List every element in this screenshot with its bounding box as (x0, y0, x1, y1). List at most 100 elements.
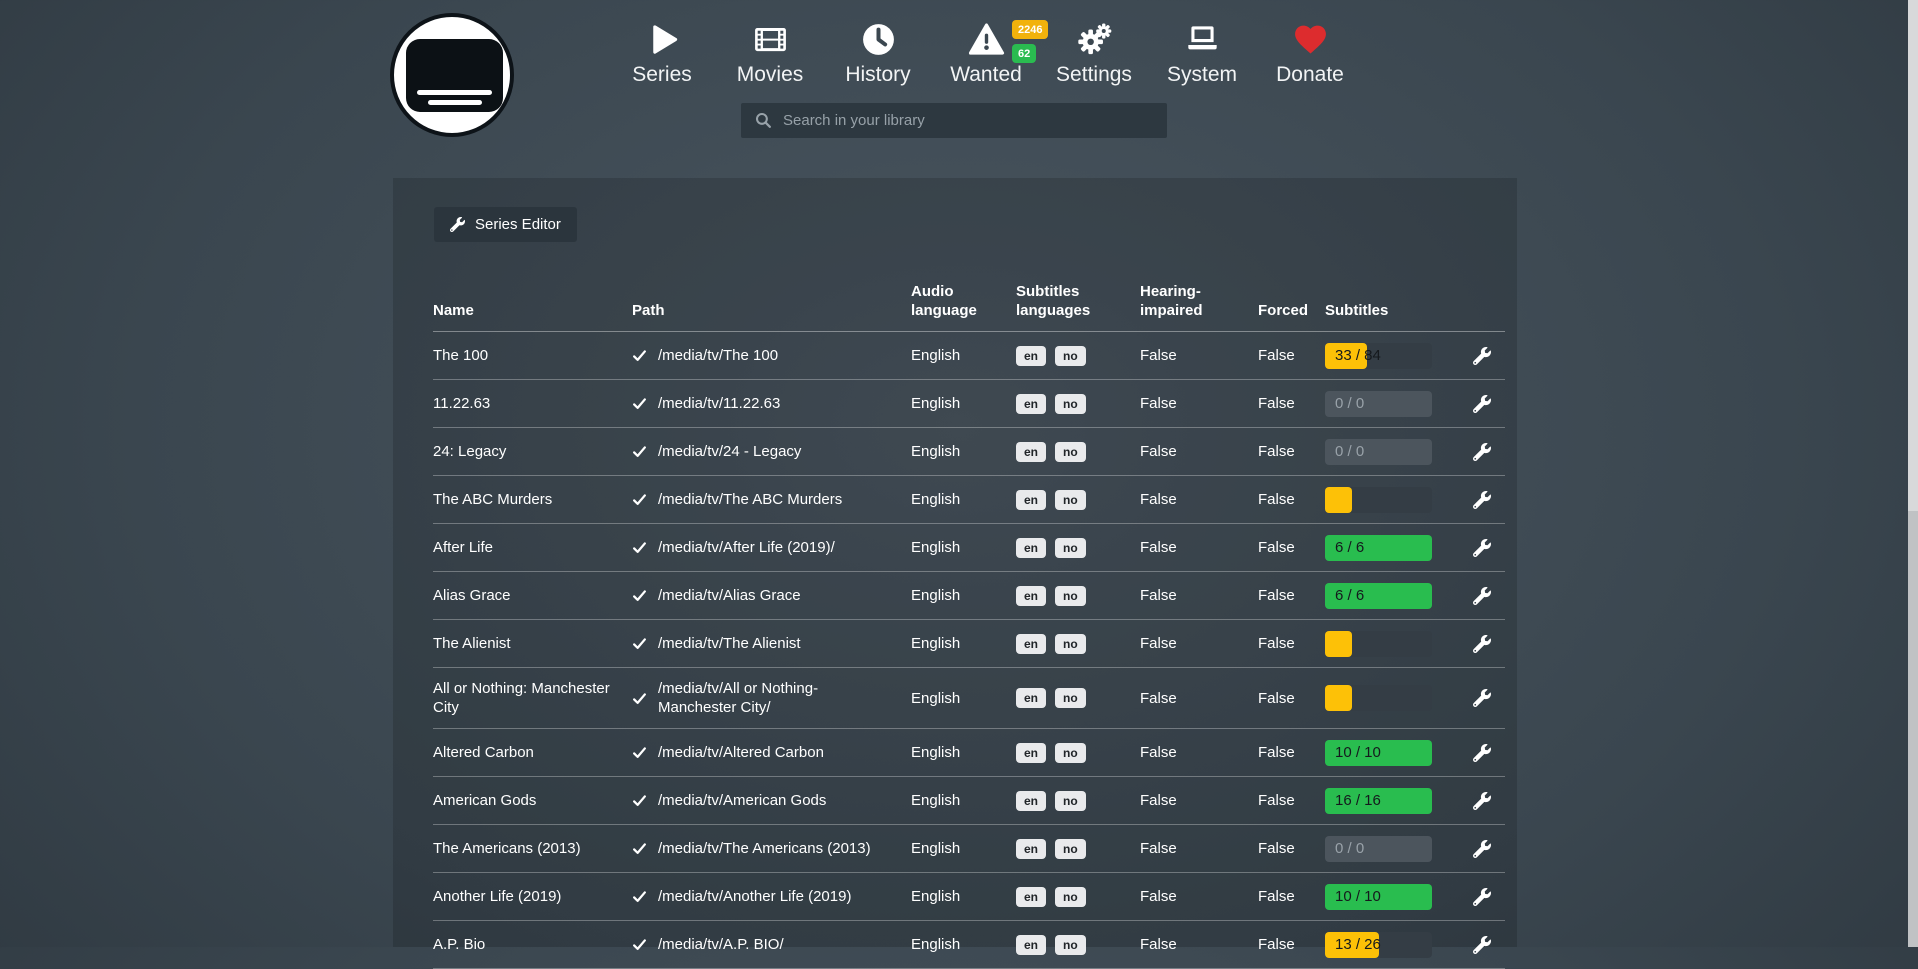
series-editor-button[interactable]: Series Editor (434, 207, 577, 242)
wrench-icon (1473, 443, 1491, 461)
edit-series-button[interactable] (1473, 840, 1491, 858)
table-row: A.P. Bio /media/tv/A.P. BIO/ English enn… (433, 921, 1505, 969)
forced-value: False (1258, 887, 1325, 906)
table-row: Alias Grace /media/tv/Alias Grace Englis… (433, 572, 1505, 620)
wrench-icon (1473, 744, 1491, 762)
subtitles-progress-bar: 16 / 16 (1325, 788, 1432, 814)
series-name-link[interactable]: The 100 (433, 347, 488, 364)
edit-series-button[interactable] (1473, 395, 1491, 413)
series-name-link[interactable]: The Americans (2013) (433, 840, 581, 857)
table-row: All or Nothing: Manchester City /media/t… (433, 668, 1505, 729)
check-icon (632, 636, 647, 651)
series-editor-label: Series Editor (475, 216, 561, 233)
language-badge: en (1016, 586, 1046, 606)
edit-series-button[interactable] (1473, 587, 1491, 605)
check-icon (632, 588, 647, 603)
header-name: Name (433, 301, 632, 320)
subtitles-progress-bar (1325, 685, 1432, 711)
scrollbar-thumb[interactable] (1908, 511, 1918, 947)
nav-item-history[interactable]: History (824, 16, 932, 87)
wrench-icon (1473, 840, 1491, 858)
nav-badge: 62 (1012, 44, 1036, 63)
hearing-impaired-value: False (1140, 791, 1258, 810)
audio-language: English (911, 394, 1016, 413)
series-path: /media/tv/24 - Legacy (658, 442, 801, 461)
series-path: /media/tv/Altered Carbon (658, 743, 824, 762)
nav-item-label: Wanted (950, 63, 1022, 87)
series-path: /media/tv/After Life (2019)/ (658, 538, 835, 557)
series-path: /media/tv/11.22.63 (658, 394, 780, 413)
edit-series-button[interactable] (1473, 888, 1491, 906)
progress-label: 0 / 0 (1335, 439, 1364, 465)
language-badge: en (1016, 442, 1046, 462)
edit-series-button[interactable] (1473, 792, 1491, 810)
wrench-icon (1473, 395, 1491, 413)
nav-item-series[interactable]: Series (608, 16, 716, 87)
series-name-link[interactable]: 24: Legacy (433, 443, 506, 460)
edit-series-button[interactable] (1473, 443, 1491, 461)
subtitles-languages: enno (1016, 634, 1140, 654)
language-badge: no (1055, 887, 1086, 907)
series-name-link[interactable]: After Life (433, 539, 493, 556)
check-icon (632, 889, 647, 904)
progress-fill (1325, 631, 1352, 657)
table-row: 24: Legacy /media/tv/24 - Legacy English… (433, 428, 1505, 476)
subtitles-languages: enno (1016, 394, 1140, 414)
nav-item-system[interactable]: System (1148, 16, 1256, 87)
edit-series-button[interactable] (1473, 491, 1491, 509)
forced-value: False (1258, 442, 1325, 461)
language-badge: en (1016, 634, 1046, 654)
progress-fill (1325, 685, 1352, 711)
series-path: /media/tv/The 100 (658, 346, 778, 365)
edit-series-button[interactable] (1473, 744, 1491, 762)
series-path: /media/tv/The Alienist (658, 634, 801, 653)
app-logo[interactable] (390, 13, 514, 137)
series-name-link[interactable]: The Alienist (433, 635, 511, 652)
nav-item-wanted[interactable]: Wanted 224662 (932, 16, 1040, 87)
audio-language: English (911, 586, 1016, 605)
hearing-impaired-value: False (1140, 887, 1258, 906)
nav-item-movies[interactable]: Movies (716, 16, 824, 87)
language-badge: en (1016, 538, 1046, 558)
series-name-link[interactable]: Alias Grace (433, 587, 511, 604)
edit-series-button[interactable] (1473, 689, 1491, 707)
series-name-link[interactable]: A.P. Bio (433, 936, 485, 953)
subtitles-languages: enno (1016, 743, 1140, 763)
forced-value: False (1258, 394, 1325, 413)
series-name-link[interactable]: 11.22.63 (433, 395, 490, 412)
series-name-link[interactable]: Altered Carbon (433, 744, 534, 761)
series-name-link[interactable]: All or Nothing: Manchester City (433, 680, 610, 716)
subtitles-progress-bar: 13 / 26 (1325, 932, 1432, 958)
subtitles-languages: enno (1016, 935, 1140, 955)
language-badge: no (1055, 791, 1086, 811)
nav-item-label: Donate (1276, 63, 1344, 87)
progress-label: 0 / 0 (1335, 391, 1364, 417)
wrench-icon (1473, 587, 1491, 605)
check-icon (632, 793, 647, 808)
language-badge: no (1055, 394, 1086, 414)
edit-series-button[interactable] (1473, 635, 1491, 653)
series-name-link[interactable]: The ABC Murders (433, 491, 552, 508)
language-badge: en (1016, 490, 1046, 510)
edit-series-button[interactable] (1473, 936, 1491, 954)
nav-item-donate[interactable]: Donate (1256, 16, 1364, 87)
scrollbar[interactable] (1908, 0, 1918, 947)
series-name-link[interactable]: American Gods (433, 792, 536, 809)
edit-series-button[interactable] (1473, 347, 1491, 365)
subtitles-languages: enno (1016, 887, 1140, 907)
header-forced: Forced (1258, 301, 1325, 320)
series-path: /media/tv/Another Life (2019) (658, 887, 851, 906)
subtitles-progress-bar: 10 / 10 (1325, 884, 1432, 910)
subtitles-progress-bar (1325, 631, 1432, 657)
search-input[interactable] (741, 103, 1167, 138)
nav-item-settings[interactable]: Settings (1040, 16, 1148, 87)
header-hearing: Hearing-impaired (1140, 282, 1258, 320)
check-icon (632, 492, 647, 507)
nav-item-label: System (1167, 63, 1237, 87)
edit-series-button[interactable] (1473, 539, 1491, 557)
check-icon (632, 540, 647, 555)
series-name-link[interactable]: Another Life (2019) (433, 888, 561, 905)
subtitles-languages: enno (1016, 688, 1140, 708)
check-icon (632, 396, 647, 411)
language-badge: no (1055, 688, 1086, 708)
